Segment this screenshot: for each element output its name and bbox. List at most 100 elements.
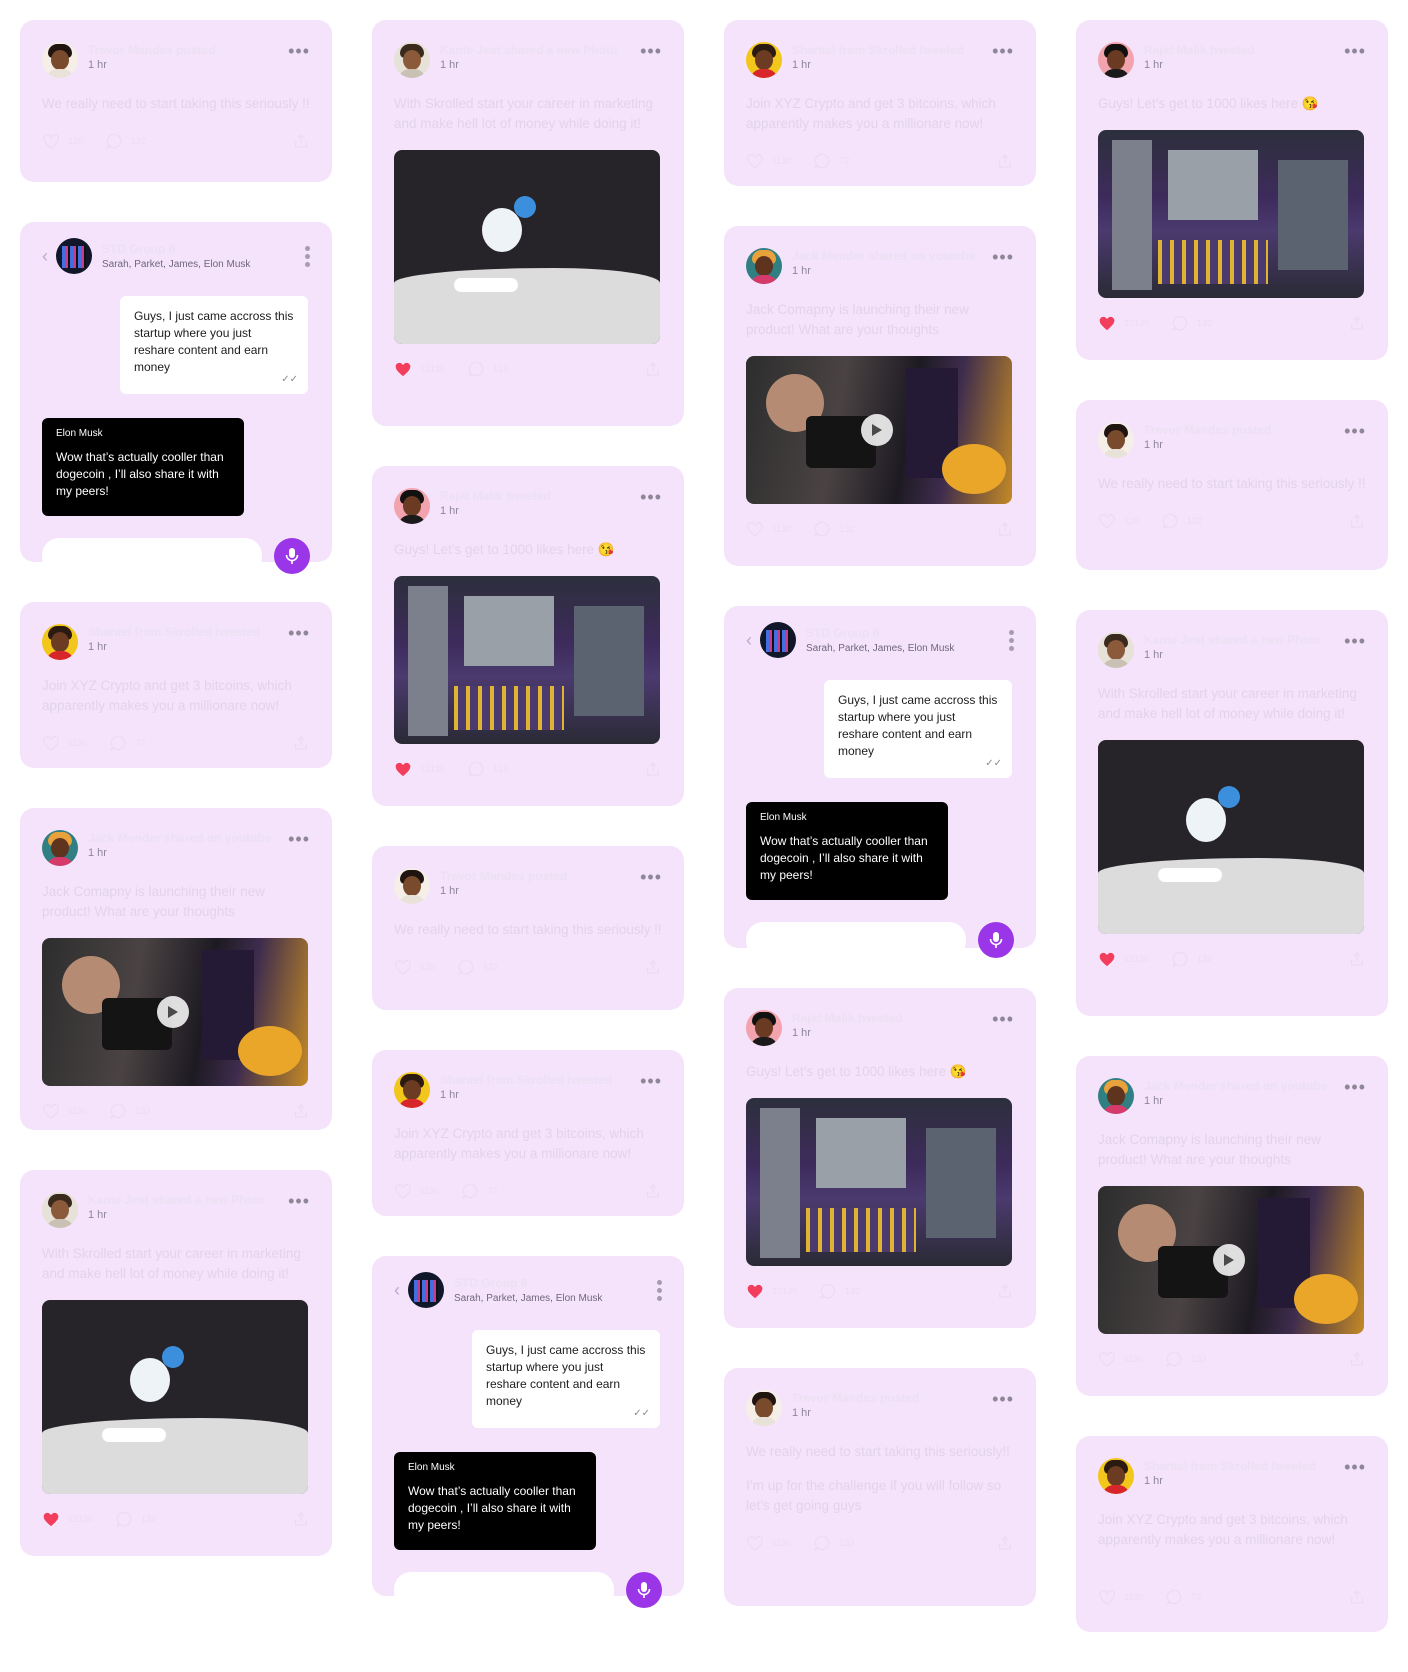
video-thumbnail[interactable] <box>746 356 1012 504</box>
message-input[interactable] <box>42 538 262 574</box>
avatar[interactable] <box>394 42 430 78</box>
video-thumbnail[interactable] <box>42 938 308 1086</box>
more-horizontal-icon[interactable]: ••• <box>1344 42 1366 60</box>
avatar[interactable] <box>746 42 782 78</box>
message-input[interactable] <box>746 922 966 958</box>
avatar[interactable] <box>394 488 430 524</box>
comment-icon[interactable] <box>1171 950 1189 968</box>
more-horizontal-icon[interactable]: ••• <box>288 42 310 60</box>
more-horizontal-icon[interactable]: ••• <box>992 42 1014 60</box>
more-vertical-icon[interactable] <box>657 1279 662 1301</box>
comment-icon[interactable] <box>813 520 831 538</box>
share-icon[interactable] <box>996 152 1014 170</box>
heart-icon[interactable] <box>746 1534 764 1552</box>
group-avatar[interactable] <box>56 238 92 274</box>
heart-icon[interactable] <box>1098 314 1116 332</box>
comment-icon[interactable] <box>819 1282 837 1300</box>
more-horizontal-icon[interactable]: ••• <box>640 42 662 60</box>
comment-icon[interactable] <box>467 360 485 378</box>
comment-icon[interactable] <box>109 734 127 752</box>
more-horizontal-icon[interactable]: ••• <box>1344 1078 1366 1096</box>
post-card[interactable]: Rajat Malik tweeted 1 hr ••• Guys! Let’s … <box>724 988 1036 1328</box>
post-card[interactable]: Trevor Mandes posted 1 hr ••• We really n… <box>20 20 332 182</box>
message-input[interactable] <box>394 1572 614 1608</box>
heart-icon[interactable] <box>1098 1350 1116 1368</box>
chevron-left-icon[interactable]: ‹ <box>42 246 56 267</box>
share-icon[interactable] <box>292 734 310 752</box>
post-card[interactable]: Jack Mender shared on youtube 1 hr ••• Ja… <box>1076 1056 1388 1396</box>
heart-icon[interactable] <box>394 1182 412 1200</box>
microphone-icon[interactable] <box>626 1572 662 1608</box>
heart-icon[interactable] <box>746 152 764 170</box>
comment-icon[interactable] <box>105 132 123 150</box>
more-horizontal-icon[interactable]: ••• <box>640 1072 662 1090</box>
heart-icon[interactable] <box>394 958 412 976</box>
heart-icon[interactable] <box>746 1282 764 1300</box>
avatar[interactable] <box>746 1390 782 1426</box>
post-card[interactable]: Trevor Mandes posted 1 hr ••• We really n… <box>372 846 684 1010</box>
post-card[interactable]: Kante Jest shared a new Photo 1 hr ••• Wi… <box>1076 610 1388 1016</box>
post-card[interactable]: Jack Mender shared on youtube 1 hr ••• Ja… <box>20 808 332 1130</box>
group-avatar[interactable] <box>408 1272 444 1308</box>
microphone-icon[interactable] <box>274 538 310 574</box>
comment-icon[interactable] <box>1165 1350 1183 1368</box>
play-icon[interactable] <box>861 414 893 446</box>
post-card[interactable]: Kante Jest shared a new Photo 1 hr ••• Wi… <box>372 20 684 426</box>
comment-icon[interactable] <box>1165 1588 1183 1606</box>
heart-icon[interactable] <box>42 734 60 752</box>
avatar[interactable] <box>394 1072 430 1108</box>
post-card[interactable]: Rajat Malik tweeted 1 hr ••• Guys! Let’s … <box>1076 20 1388 360</box>
chat-card[interactable]: ‹ STD Group 6 Sarah, Parket, James, Elon … <box>20 222 332 574</box>
share-icon[interactable] <box>1348 512 1366 530</box>
share-icon[interactable] <box>1348 314 1366 332</box>
share-icon[interactable] <box>292 1102 310 1120</box>
heart-icon[interactable] <box>746 520 764 538</box>
avatar[interactable] <box>746 1010 782 1046</box>
post-image-city[interactable] <box>1098 130 1364 298</box>
comment-icon[interactable] <box>813 152 831 170</box>
avatar[interactable] <box>1098 422 1134 458</box>
post-image-astronaut[interactable] <box>42 1300 308 1494</box>
chevron-left-icon[interactable]: ‹ <box>746 630 760 651</box>
more-horizontal-icon[interactable]: ••• <box>640 868 662 886</box>
more-horizontal-icon[interactable]: ••• <box>992 1010 1014 1028</box>
avatar[interactable] <box>746 248 782 284</box>
more-horizontal-icon[interactable]: ••• <box>288 624 310 642</box>
play-icon[interactable] <box>157 996 189 1028</box>
post-card[interactable]: Kante Jest shared a new Photo 1 hr ••• Wi… <box>20 1170 332 1556</box>
group-avatar[interactable] <box>760 622 796 658</box>
comment-icon[interactable] <box>461 1182 479 1200</box>
share-icon[interactable] <box>292 1510 310 1528</box>
more-horizontal-icon[interactable]: ••• <box>1344 422 1366 440</box>
post-card[interactable]: Trevor Mandes posted 1 hr ••• We really n… <box>1076 400 1388 570</box>
comment-icon[interactable] <box>467 760 485 778</box>
avatar[interactable] <box>1098 1458 1134 1494</box>
share-icon[interactable] <box>996 1534 1014 1552</box>
heart-icon[interactable] <box>1098 950 1116 968</box>
comment-icon[interactable] <box>813 1534 831 1552</box>
comment-icon[interactable] <box>1171 314 1189 332</box>
avatar[interactable] <box>42 42 78 78</box>
avatar[interactable] <box>1098 632 1134 668</box>
avatar[interactable] <box>42 1192 78 1228</box>
post-card[interactable]: Shantel from Skrolled tweeted 1 hr ••• Jo… <box>20 602 332 768</box>
post-image-astronaut[interactable] <box>394 150 660 344</box>
avatar[interactable] <box>1098 1078 1134 1114</box>
chat-card[interactable]: ‹ STD Group 6 Sarah, Parket, James, Elon … <box>724 606 1036 958</box>
share-icon[interactable] <box>644 360 662 378</box>
post-card[interactable]: Shantel from Skrolled tweeted 1 hr ••• Jo… <box>1076 1436 1388 1632</box>
share-icon[interactable] <box>1348 1350 1366 1368</box>
microphone-icon[interactable] <box>978 922 1014 958</box>
heart-icon[interactable] <box>1098 1588 1116 1606</box>
post-card[interactable]: Jack Mender shared on youtube 1 hr ••• Ja… <box>724 226 1036 566</box>
heart-icon[interactable] <box>42 1510 60 1528</box>
play-icon[interactable] <box>1213 1244 1245 1276</box>
chevron-left-icon[interactable]: ‹ <box>394 1280 408 1301</box>
comment-icon[interactable] <box>115 1510 133 1528</box>
share-icon[interactable] <box>644 958 662 976</box>
more-horizontal-icon[interactable]: ••• <box>1344 1458 1366 1476</box>
more-horizontal-icon[interactable]: ••• <box>1344 632 1366 650</box>
more-horizontal-icon[interactable]: ••• <box>640 488 662 506</box>
avatar[interactable] <box>394 868 430 904</box>
share-icon[interactable] <box>644 760 662 778</box>
